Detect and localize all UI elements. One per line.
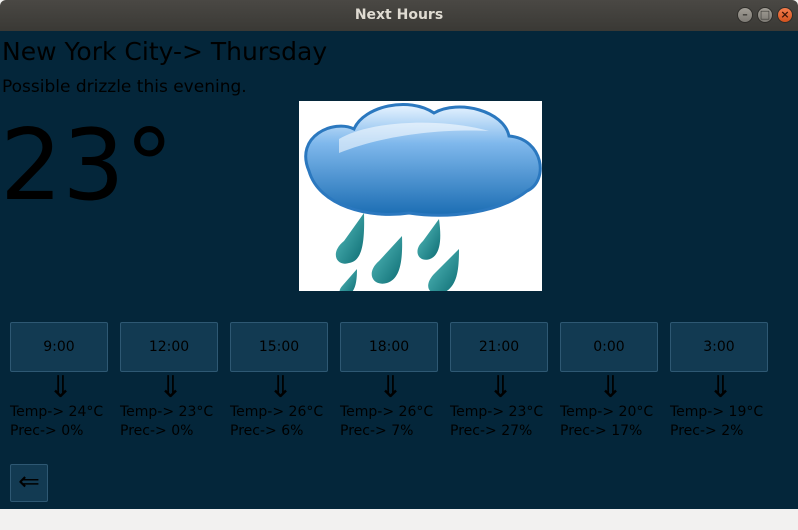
hour-item-0000: 0:00 ⇓ Temp-> 20°C Prec-> 17% — [560, 322, 670, 442]
hour-button-0000[interactable]: 0:00 — [560, 322, 658, 372]
hour-precipitation: Prec-> 2% — [670, 423, 744, 439]
hour-precipitation: Prec-> 0% — [10, 423, 84, 439]
hour-precipitation: Prec-> 0% — [120, 423, 194, 439]
hour-button-1200[interactable]: 12:00 — [120, 322, 218, 372]
hour-temperature: Temp-> 26°C — [230, 404, 324, 420]
hour-button-2100[interactable]: 21:00 — [450, 322, 548, 372]
hour-temperature: Temp-> 23°C — [450, 404, 544, 420]
hour-precipitation: Prec-> 6% — [230, 423, 304, 439]
hour-button-1800[interactable]: 18:00 — [340, 322, 438, 372]
hour-precipitation: Prec-> 7% — [340, 423, 414, 439]
hour-temperature: Temp-> 23°C — [120, 404, 214, 420]
hour-temperature: Temp-> 20°C — [560, 404, 654, 420]
hour-item-1200: 12:00 ⇓ Temp-> 23°C Prec-> 0% — [120, 322, 230, 442]
window-bottom-edge — [0, 509, 798, 530]
weather-description: Possible drizzle this evening. — [2, 77, 247, 97]
down-arrow-icon: ⇓ — [708, 370, 734, 405]
maximize-button[interactable]: □ — [757, 7, 773, 23]
hour-temperature: Temp-> 19°C — [670, 404, 764, 420]
hour-temperature: Temp-> 24°C — [10, 404, 104, 420]
hour-button-0900[interactable]: 9:00 — [10, 322, 108, 372]
down-arrow-icon: ⇓ — [268, 370, 294, 405]
current-temperature: 23° — [0, 109, 174, 223]
down-arrow-icon: ⇓ — [48, 370, 74, 405]
rain-cloud-icon — [299, 101, 542, 296]
hour-item-2100: 21:00 ⇓ Temp-> 23°C Prec-> 27% — [450, 322, 560, 442]
hour-item-0300: 3:00 ⇓ Temp-> 19°C Prec-> 2% — [670, 322, 780, 442]
down-arrow-icon: ⇓ — [488, 370, 514, 405]
hour-button-1500[interactable]: 15:00 — [230, 322, 328, 372]
hour-temperature: Temp-> 26°C — [340, 404, 434, 420]
close-button[interactable]: × — [777, 7, 793, 23]
window-title: Next Hours — [354, 7, 444, 23]
hour-item-0900: 9:00 ⇓ Temp-> 24°C Prec-> 0% — [10, 322, 120, 442]
down-arrow-icon: ⇓ — [158, 370, 184, 405]
hour-item-1800: 18:00 ⇓ Temp-> 26°C Prec-> 7% — [340, 322, 450, 442]
hour-button-0300[interactable]: 3:00 — [670, 322, 768, 372]
back-arrow-icon: ⇐ — [18, 467, 40, 497]
minimize-button[interactable]: – — [737, 7, 753, 23]
window-titlebar[interactable]: Next Hours – □ × — [0, 0, 798, 31]
hour-precipitation: Prec-> 27% — [450, 423, 533, 439]
down-arrow-icon: ⇓ — [378, 370, 404, 405]
hour-precipitation: Prec-> 17% — [560, 423, 643, 439]
city-day-heading: New York City-> Thursday — [2, 37, 328, 66]
down-arrow-icon: ⇓ — [598, 370, 624, 405]
back-button[interactable]: ⇐ — [10, 464, 48, 502]
main-panel: New York City-> Thursday Possible drizzl… — [0, 31, 798, 509]
hour-item-1500: 15:00 ⇓ Temp-> 26°C Prec-> 6% — [230, 322, 340, 442]
